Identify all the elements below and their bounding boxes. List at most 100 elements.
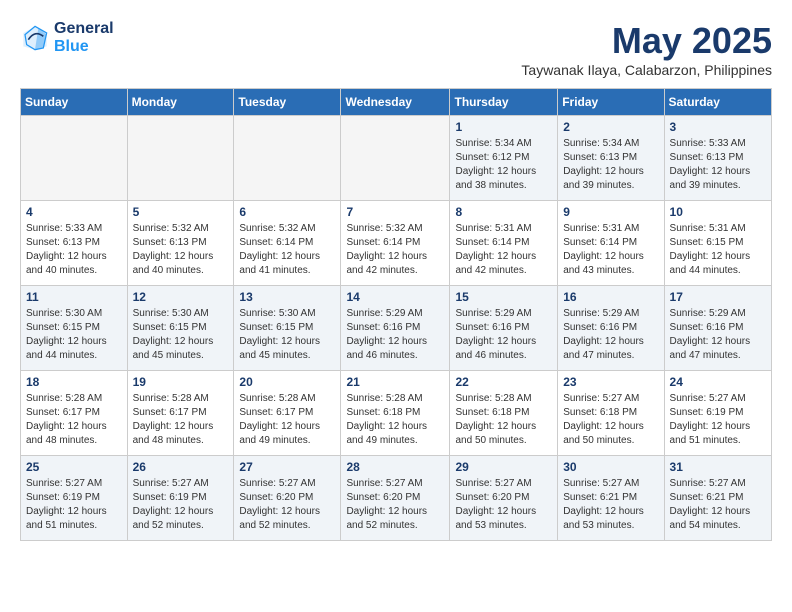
title-section: May 2025 Taywanak Ilaya, Calabarzon, Phi… <box>521 20 772 78</box>
day-number: 26 <box>133 460 229 474</box>
logo-text: General Blue <box>54 20 114 56</box>
calendar-cell: 13 Sunrise: 5:30 AM Sunset: 6:15 PM Dayli… <box>234 286 341 371</box>
calendar-cell: 15 Sunrise: 5:29 AM Sunset: 6:16 PM Dayli… <box>450 286 558 371</box>
calendar-cell: 23 Sunrise: 5:27 AM Sunset: 6:18 PM Dayli… <box>558 371 664 456</box>
day-number: 15 <box>455 290 552 304</box>
day-info: Sunrise: 5:27 AM Sunset: 6:20 PM Dayligh… <box>346 477 444 533</box>
calendar-week-row: 18 Sunrise: 5:28 AM Sunset: 6:17 PM Dayli… <box>21 371 772 456</box>
weekday-header: Friday <box>558 89 664 116</box>
day-number: 21 <box>346 375 444 389</box>
day-number: 13 <box>239 290 335 304</box>
day-number: 16 <box>563 290 658 304</box>
day-info: Sunrise: 5:30 AM Sunset: 6:15 PM Dayligh… <box>133 307 229 363</box>
calendar-cell <box>127 116 234 201</box>
weekday-header: Saturday <box>664 89 771 116</box>
calendar-cell <box>341 116 450 201</box>
day-info: Sunrise: 5:31 AM Sunset: 6:14 PM Dayligh… <box>563 222 658 278</box>
day-info: Sunrise: 5:29 AM Sunset: 6:16 PM Dayligh… <box>670 307 766 363</box>
calendar-cell: 11 Sunrise: 5:30 AM Sunset: 6:15 PM Dayli… <box>21 286 128 371</box>
calendar-week-row: 4 Sunrise: 5:33 AM Sunset: 6:13 PM Daylig… <box>21 201 772 286</box>
calendar-week-row: 1Sunrise: 5:34 AM Sunset: 6:12 PM Daylig… <box>21 116 772 201</box>
calendar-week-row: 25Sunrise: 5:27 AM Sunset: 6:19 PM Dayli… <box>21 456 772 541</box>
day-info: Sunrise: 5:27 AM Sunset: 6:19 PM Dayligh… <box>670 392 766 448</box>
calendar-cell: 31 Sunrise: 5:27 AM Sunset: 6:21 PM Dayli… <box>664 456 771 541</box>
day-number: 31 <box>670 460 766 474</box>
day-number: 8 <box>455 205 552 219</box>
day-number: 23 <box>563 375 658 389</box>
day-info: Sunrise: 5:28 AM Sunset: 6:18 PM Dayligh… <box>346 392 444 448</box>
day-info: Sunrise: 5:28 AM Sunset: 6:17 PM Dayligh… <box>133 392 229 448</box>
day-number: 6 <box>239 205 335 219</box>
day-info: Sunrise: 5:33 AM Sunset: 6:13 PM Dayligh… <box>26 222 122 278</box>
location-title: Taywanak Ilaya, Calabarzon, Philippines <box>521 62 772 78</box>
day-info: Sunrise: 5:30 AM Sunset: 6:15 PM Dayligh… <box>26 307 122 363</box>
calendar-cell: 22Sunrise: 5:28 AM Sunset: 6:18 PM Dayli… <box>450 371 558 456</box>
calendar-cell: 8 Sunrise: 5:31 AM Sunset: 6:14 PM Daylig… <box>450 201 558 286</box>
calendar-cell: 9 Sunrise: 5:31 AM Sunset: 6:14 PM Daylig… <box>558 201 664 286</box>
day-number: 14 <box>346 290 444 304</box>
calendar-cell: 10 Sunrise: 5:31 AM Sunset: 6:15 PM Dayli… <box>664 201 771 286</box>
logo-icon <box>20 23 50 53</box>
calendar-cell: 25Sunrise: 5:27 AM Sunset: 6:19 PM Dayli… <box>21 456 128 541</box>
calendar-cell: 24 Sunrise: 5:27 AM Sunset: 6:19 PM Dayli… <box>664 371 771 456</box>
calendar-cell: 20Sunrise: 5:28 AM Sunset: 6:17 PM Dayli… <box>234 371 341 456</box>
day-info: Sunrise: 5:29 AM Sunset: 6:16 PM Dayligh… <box>455 307 552 363</box>
day-info: Sunrise: 5:27 AM Sunset: 6:18 PM Dayligh… <box>563 392 658 448</box>
weekday-header: Sunday <box>21 89 128 116</box>
day-info: Sunrise: 5:32 AM Sunset: 6:13 PM Dayligh… <box>133 222 229 278</box>
day-number: 24 <box>670 375 766 389</box>
month-title: May 2025 <box>521 20 772 62</box>
calendar-cell: 4 Sunrise: 5:33 AM Sunset: 6:13 PM Daylig… <box>21 201 128 286</box>
day-number: 30 <box>563 460 658 474</box>
day-info: Sunrise: 5:29 AM Sunset: 6:16 PM Dayligh… <box>346 307 444 363</box>
day-info: Sunrise: 5:27 AM Sunset: 6:19 PM Dayligh… <box>133 477 229 533</box>
day-info: Sunrise: 5:28 AM Sunset: 6:17 PM Dayligh… <box>26 392 122 448</box>
day-info: Sunrise: 5:28 AM Sunset: 6:17 PM Dayligh… <box>239 392 335 448</box>
calendar-cell: 6 Sunrise: 5:32 AM Sunset: 6:14 PM Daylig… <box>234 201 341 286</box>
calendar-header-row: SundayMondayTuesdayWednesdayThursdayFrid… <box>21 89 772 116</box>
day-info: Sunrise: 5:31 AM Sunset: 6:15 PM Dayligh… <box>670 222 766 278</box>
day-info: Sunrise: 5:28 AM Sunset: 6:18 PM Dayligh… <box>455 392 552 448</box>
weekday-header: Wednesday <box>341 89 450 116</box>
calendar-cell: 28Sunrise: 5:27 AM Sunset: 6:20 PM Dayli… <box>341 456 450 541</box>
calendar-cell: 30Sunrise: 5:27 AM Sunset: 6:21 PM Dayli… <box>558 456 664 541</box>
calendar-cell <box>21 116 128 201</box>
day-info: Sunrise: 5:32 AM Sunset: 6:14 PM Dayligh… <box>239 222 335 278</box>
day-number: 3 <box>670 120 766 134</box>
day-info: Sunrise: 5:33 AM Sunset: 6:13 PM Dayligh… <box>670 137 766 193</box>
day-number: 2 <box>563 120 658 134</box>
calendar-cell: 19Sunrise: 5:28 AM Sunset: 6:17 PM Dayli… <box>127 371 234 456</box>
day-number: 4 <box>26 205 122 219</box>
weekday-header: Thursday <box>450 89 558 116</box>
calendar-cell: 3 Sunrise: 5:33 AM Sunset: 6:13 PM Daylig… <box>664 116 771 201</box>
calendar-cell: 1Sunrise: 5:34 AM Sunset: 6:12 PM Daylig… <box>450 116 558 201</box>
calendar-cell: 18 Sunrise: 5:28 AM Sunset: 6:17 PM Dayli… <box>21 371 128 456</box>
day-info: Sunrise: 5:34 AM Sunset: 6:13 PM Dayligh… <box>563 137 658 193</box>
calendar-cell: 14 Sunrise: 5:29 AM Sunset: 6:16 PM Dayli… <box>341 286 450 371</box>
calendar-cell: 21 Sunrise: 5:28 AM Sunset: 6:18 PM Dayli… <box>341 371 450 456</box>
day-info: Sunrise: 5:34 AM Sunset: 6:12 PM Dayligh… <box>455 137 552 193</box>
calendar-cell <box>234 116 341 201</box>
day-number: 10 <box>670 205 766 219</box>
weekday-header: Monday <box>127 89 234 116</box>
day-info: Sunrise: 5:29 AM Sunset: 6:16 PM Dayligh… <box>563 307 658 363</box>
calendar-table: SundayMondayTuesdayWednesdayThursdayFrid… <box>20 88 772 541</box>
day-number: 18 <box>26 375 122 389</box>
calendar-cell: 17Sunrise: 5:29 AM Sunset: 6:16 PM Dayli… <box>664 286 771 371</box>
day-number: 11 <box>26 290 122 304</box>
day-info: Sunrise: 5:27 AM Sunset: 6:19 PM Dayligh… <box>26 477 122 533</box>
day-number: 9 <box>563 205 658 219</box>
calendar-cell: 5 Sunrise: 5:32 AM Sunset: 6:13 PM Daylig… <box>127 201 234 286</box>
day-number: 27 <box>239 460 335 474</box>
logo: General Blue <box>20 20 114 56</box>
day-number: 5 <box>133 205 229 219</box>
day-info: Sunrise: 5:27 AM Sunset: 6:20 PM Dayligh… <box>455 477 552 533</box>
day-info: Sunrise: 5:31 AM Sunset: 6:14 PM Dayligh… <box>455 222 552 278</box>
calendar-week-row: 11 Sunrise: 5:30 AM Sunset: 6:15 PM Dayli… <box>21 286 772 371</box>
day-info: Sunrise: 5:30 AM Sunset: 6:15 PM Dayligh… <box>239 307 335 363</box>
day-info: Sunrise: 5:27 AM Sunset: 6:21 PM Dayligh… <box>670 477 766 533</box>
calendar-cell: 12 Sunrise: 5:30 AM Sunset: 6:15 PM Dayli… <box>127 286 234 371</box>
calendar-cell: 26 Sunrise: 5:27 AM Sunset: 6:19 PM Dayli… <box>127 456 234 541</box>
day-number: 12 <box>133 290 229 304</box>
calendar-cell: 2 Sunrise: 5:34 AM Sunset: 6:13 PM Daylig… <box>558 116 664 201</box>
